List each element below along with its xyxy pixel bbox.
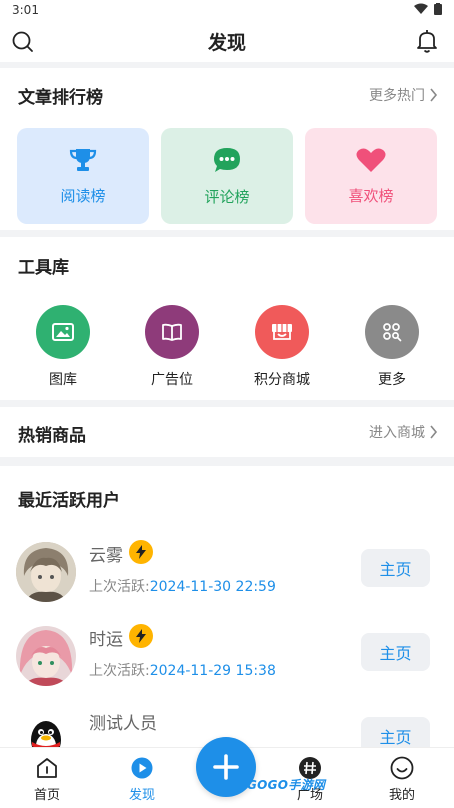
last-active-prefix: 上次活跃: [89, 663, 150, 679]
bolt-icon [136, 545, 146, 559]
enter-shop-label: 进入商城 [369, 425, 425, 441]
section-title: 最近活跃用户 [18, 491, 120, 511]
tool-ads[interactable]: 广告位 [127, 305, 217, 389]
nav-label: 我的 [388, 788, 415, 803]
home-button[interactable]: 主页 [361, 549, 430, 587]
nav-label: 发现 [128, 788, 155, 803]
nav-item-home[interactable]: 首页 [12, 756, 82, 803]
bolt-badge [129, 624, 153, 648]
hot-products-section: 热销商品 进入商城 [0, 407, 454, 457]
more-hot-link[interactable]: 更多热门 [369, 85, 438, 105]
tool-points-shop[interactable]: 积分商城 [237, 305, 327, 389]
avatar-image [16, 542, 76, 602]
article-ranking-section: 文章排行榜 更多热门 阅读榜 评论榜 喜欢榜 [0, 68, 454, 230]
plus-icon [213, 754, 239, 780]
home-button[interactable]: 主页 [361, 633, 430, 671]
app-header: 发现 [0, 22, 454, 62]
smile-icon [390, 756, 414, 780]
enter-shop-link[interactable]: 进入商城 [369, 422, 438, 442]
bolt-badge [129, 540, 153, 564]
bell-icon[interactable] [414, 28, 440, 54]
status-time: 3:01 [12, 3, 39, 17]
nav-item-mine[interactable]: 我的 [367, 756, 437, 803]
user-name: 时运 [89, 630, 123, 650]
user-name: 云雾 [89, 546, 123, 566]
play-circle-icon [131, 757, 153, 779]
avatar-image [16, 626, 76, 686]
nav-label: 首页 [33, 788, 60, 803]
tool-circle [36, 305, 90, 359]
rank-tile-comment[interactable]: 评论榜 [161, 128, 293, 224]
avatar[interactable] [16, 626, 76, 686]
active-users-section: 最近活跃用户 云雾 上次活跃:2024-11-30 22:59 主页 时运 上次… [0, 466, 454, 747]
status-icons [414, 3, 442, 15]
user-row: 时运 上次活跃:2024-11-29 15:38 主页 [0, 614, 454, 698]
section-title: 热销商品 [18, 426, 86, 446]
tool-more[interactable]: 更多 [347, 305, 437, 389]
avatar[interactable] [16, 710, 76, 747]
tool-gallery[interactable]: 图库 [18, 305, 108, 389]
rank-label: 评论榜 [204, 187, 250, 206]
chevron-right-icon [430, 425, 438, 439]
more-hot-label: 更多热门 [369, 88, 425, 104]
shop-icon [272, 324, 292, 340]
nav-item-discover[interactable]: 发现 [107, 756, 177, 803]
status-bar: 3:01 [0, 0, 454, 22]
page-title: 发现 [207, 32, 246, 54]
trophy-icon [69, 148, 97, 171]
user-name: 测试人员 [89, 714, 157, 734]
tool-label: 更多 [378, 372, 406, 388]
section-title: 文章排行榜 [18, 88, 103, 108]
wifi-icon [414, 3, 428, 14]
user-row: 云雾 上次活跃:2024-11-30 22:59 主页 [0, 530, 454, 614]
chevron-right-icon [430, 88, 438, 102]
avatar-image [16, 710, 76, 747]
comment-icon [214, 147, 240, 172]
last-active: 上次活跃:2024-11-29 15:38 [89, 660, 276, 680]
tool-circle [145, 305, 199, 359]
watermark: GOGO手游网 [247, 778, 326, 792]
rank-tile-like[interactable]: 喜欢榜 [305, 128, 437, 224]
home-icon [37, 758, 57, 778]
last-active: 上次活跃:2024-11-30 22:59 [89, 576, 276, 596]
avatar[interactable] [16, 542, 76, 602]
tool-label: 积分商城 [254, 372, 310, 388]
book-icon [162, 323, 182, 341]
image-icon [52, 323, 74, 341]
tools-section: 工具库 图库 广告位 积分商城 更多 [0, 237, 454, 400]
tool-circle [365, 305, 419, 359]
last-active-time: 2024-11-29 15:38 [149, 663, 276, 679]
rank-tile-read[interactable]: 阅读榜 [17, 128, 149, 224]
section-title: 工具库 [18, 258, 69, 278]
bolt-icon [136, 629, 146, 643]
heart-icon [356, 148, 386, 172]
tool-label: 图库 [49, 372, 77, 388]
tool-label: 广告位 [151, 372, 193, 388]
tool-circle [255, 305, 309, 359]
rank-label: 喜欢榜 [348, 186, 394, 205]
rank-label: 阅读榜 [60, 186, 106, 205]
grid-search-icon [383, 323, 402, 342]
last-active-prefix: 上次活跃: [89, 579, 150, 595]
last-active-time: 2024-11-30 22:59 [149, 579, 276, 595]
home-button[interactable]: 主页 [361, 717, 430, 747]
battery-icon [434, 3, 442, 15]
